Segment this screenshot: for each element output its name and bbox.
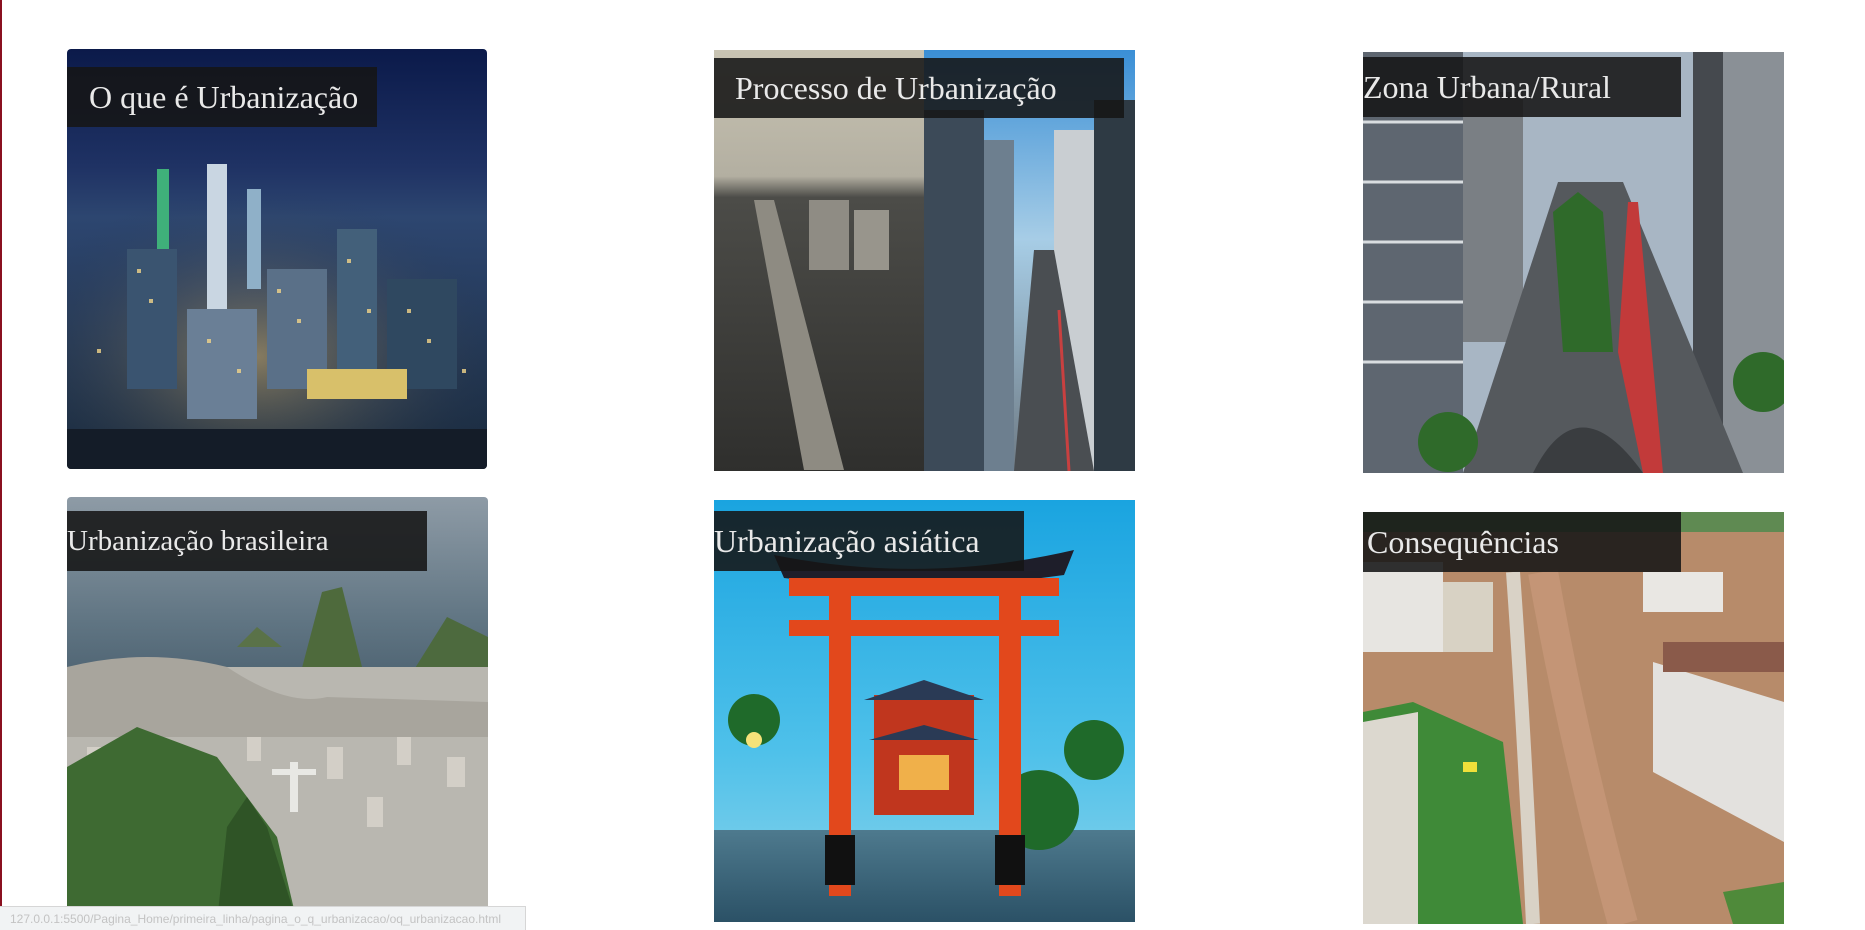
card-urbanizacao-asiatica[interactable]: Urbanização asiática [714,500,1135,922]
dirt-road-image [1363,512,1784,924]
card-title: Urbanização asiática [714,511,1024,571]
card-consequencias[interactable]: Consequências [1363,512,1784,924]
status-bar-url: 127.0.0.1:5500/Pagina_Home/primeira_linh… [0,906,526,930]
window-edge [0,0,2,930]
card-title: Processo de Urbanização [714,58,1124,118]
card-title: Urbanização brasileira [67,511,427,571]
card-title: O que é Urbanização [67,67,377,127]
card-title: Zona Urbana/Rural [1363,57,1681,117]
card-processo-de-urbanizacao[interactable]: Processo de Urbanização [714,50,1135,471]
card-zona-urbana-rural[interactable]: Zona Urbana/Rural [1363,52,1784,473]
card-title: Consequências [1363,512,1681,572]
card-urbanizacao-brasileira[interactable]: Urbanização brasileira [67,497,488,922]
card-o-que-e-urbanizacao[interactable]: O que é Urbanização [67,49,487,469]
